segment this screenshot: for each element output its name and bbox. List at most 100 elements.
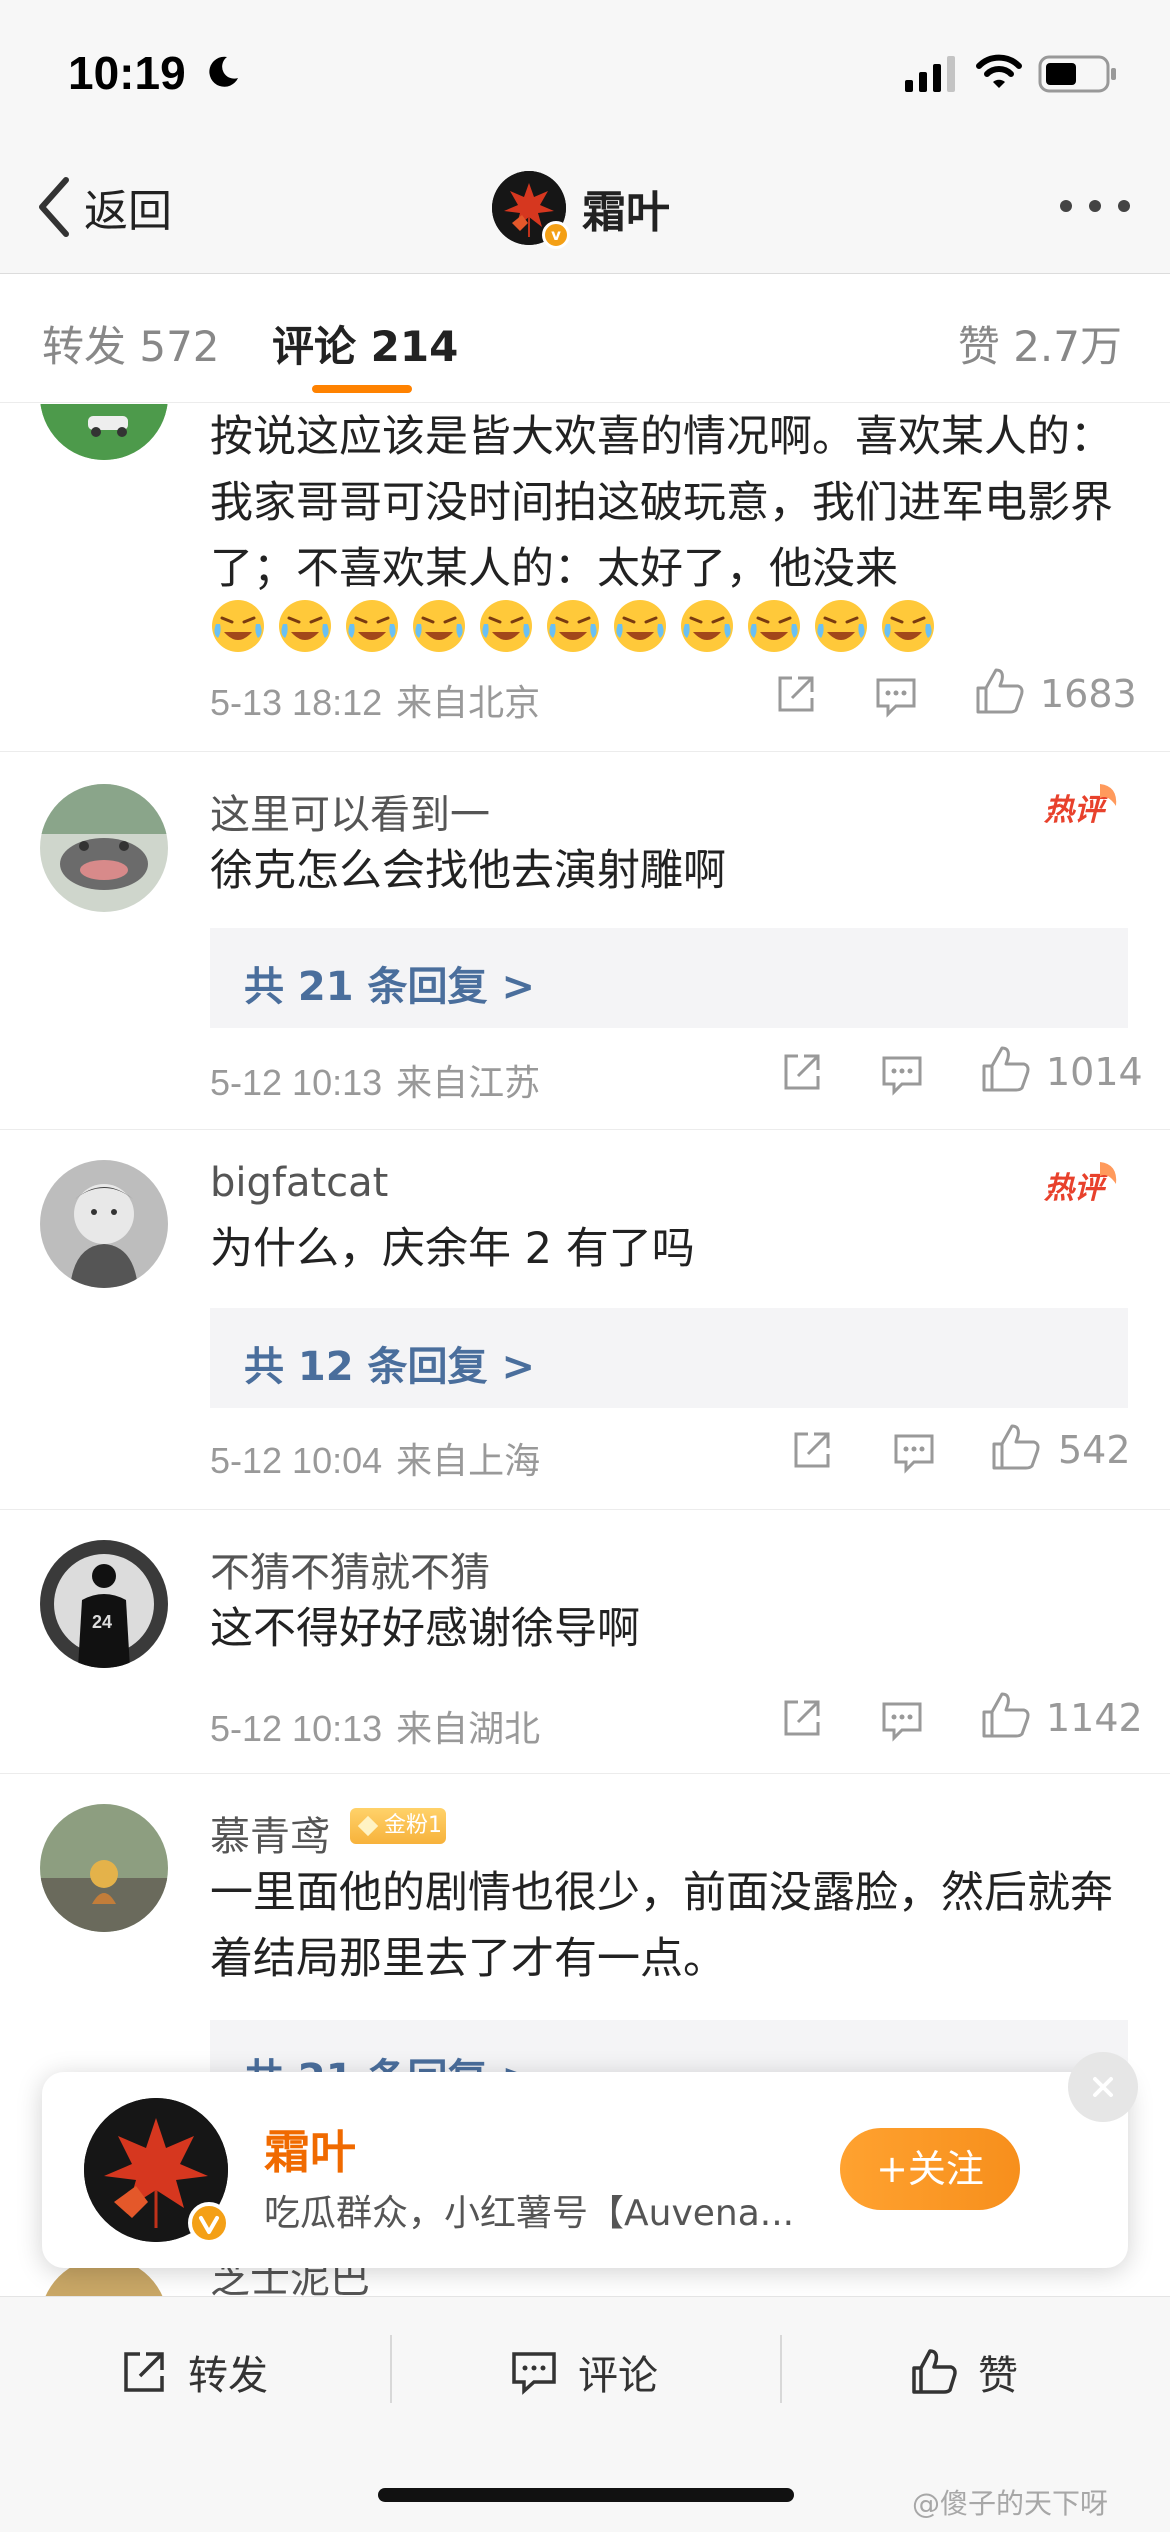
- nav-profile[interactable]: v 霜叶: [492, 168, 670, 249]
- share-icon[interactable]: [774, 672, 818, 716]
- laugh-cry-emoji-icon: [815, 600, 867, 652]
- comment-item: bigfatcat 热评 为什么，庆余年 2 有了吗 共 12 条回复 > 5-…: [0, 1130, 1170, 1510]
- avatar[interactable]: 24: [40, 1540, 168, 1668]
- svg-text:24: 24: [92, 1612, 112, 1632]
- repost-label: 转发: [188, 2353, 268, 2399]
- comment-icon[interactable]: [892, 1430, 936, 1474]
- home-indicator: [378, 2488, 794, 2502]
- avatar[interactable]: [40, 1160, 168, 1288]
- thumbs-up-icon[interactable]: [980, 1044, 1032, 1094]
- like-button[interactable]: 赞: [910, 2337, 1018, 2407]
- username[interactable]: bigfatcat: [210, 1160, 388, 1206]
- battery-icon: [1038, 55, 1116, 93]
- comment-item: 按说这应该是皆大欢喜的情况啊。喜欢某人的：我家哥哥可没时间拍这破玩意，我们进军电…: [0, 404, 1170, 752]
- thumbs-up-icon[interactable]: [990, 1422, 1042, 1472]
- laugh-cry-emoji-icon: [614, 600, 666, 652]
- comment-location: 来自湖北: [396, 1708, 541, 1749]
- player-avatar-icon: 24: [40, 1540, 168, 1668]
- avatar[interactable]: [40, 1804, 168, 1932]
- username[interactable]: 慕青鸢: [210, 1804, 330, 1862]
- tab-comment[interactable]: 评论 214: [272, 313, 458, 374]
- back-label: 返回: [84, 186, 172, 237]
- comment-date: 5-12 10:13: [210, 1062, 383, 1103]
- verified-badge-icon: [188, 2202, 230, 2244]
- laugh-cry-emoji-icon: [480, 600, 532, 652]
- comment-text: 按说这应该是皆大欢喜的情况啊。喜欢某人的：我家哥哥可没时间拍这破玩意，我们进军电…: [210, 412, 1113, 594]
- laugh-cry-emoji-icon: [279, 600, 331, 652]
- hot-comment-badge-icon: 热评: [1043, 1162, 1117, 1205]
- comment-text: 这不得好好感谢徐导啊: [210, 1604, 640, 1654]
- cellular-signal-icon: [905, 56, 955, 92]
- comment-label: 评论: [578, 2353, 658, 2399]
- divider: [780, 2335, 782, 2403]
- back-button[interactable]: 返回: [34, 172, 172, 242]
- svg-text:热评: 热评: [1043, 1172, 1109, 1205]
- tab-repost[interactable]: 转发 572: [42, 313, 220, 374]
- card-username[interactable]: 霜叶: [264, 2116, 356, 2182]
- comment-text: 为什么，庆余年 2 有了吗: [210, 1224, 695, 1274]
- svg-text:热评: 热评: [1043, 794, 1109, 827]
- like-count: 1142: [1046, 1696, 1143, 1740]
- comment-item: 24 不猜不猜就不猜 这不得好好感谢徐导啊 5-12 10:13 来自湖北 114…: [0, 1510, 1170, 1774]
- avatar[interactable]: [40, 784, 168, 912]
- nav-title: 霜叶: [582, 187, 670, 238]
- view-replies-link[interactable]: 共 21 条回复 >: [244, 954, 535, 1012]
- comment-button[interactable]: 评论: [510, 2337, 658, 2407]
- tab-like[interactable]: 赞 2.7万: [958, 313, 1122, 374]
- emoji-row: [210, 598, 936, 654]
- verified-badge-icon: v: [542, 221, 570, 249]
- comment-meta: 5-12 10:13 来自湖北: [210, 1700, 540, 1752]
- laugh-cry-emoji-icon: [212, 600, 264, 652]
- avatar[interactable]: [84, 2098, 230, 2244]
- dot-icon: [1060, 200, 1072, 212]
- dot-icon: [1089, 200, 1101, 212]
- like-label: 赞: [978, 2353, 1018, 2399]
- thumbs-up-icon[interactable]: [974, 666, 1026, 716]
- avatar[interactable]: v: [492, 171, 570, 249]
- comment-item: 芝士泥巴: [0, 2268, 1170, 2298]
- hippo-avatar-icon: [40, 784, 168, 912]
- close-icon: [1093, 2077, 1113, 2097]
- comment-list: 按说这应该是皆大欢喜的情况啊。喜欢某人的：我家哥哥可没时间拍这破玩意，我们进军电…: [0, 404, 1170, 2274]
- avatar[interactable]: [40, 2268, 168, 2298]
- comment-meta: 5-13 18:12 来自北京: [210, 674, 540, 726]
- hot-comment-badge-icon: 热评: [1043, 784, 1117, 827]
- share-icon: [124, 2352, 164, 2392]
- comment-location: 来自上海: [396, 1440, 541, 1481]
- comment-icon[interactable]: [880, 1052, 924, 1096]
- dot-icon: [1118, 200, 1130, 212]
- comment-item: 这里可以看到一 热评 徐克怎么会找他去演射雕啊 共 21 条回复 > 5-12 …: [0, 752, 1170, 1130]
- share-icon[interactable]: [780, 1050, 824, 1094]
- laugh-cry-emoji-icon: [681, 600, 733, 652]
- wifi-icon: [976, 54, 1022, 88]
- reply-box[interactable]: 共 12 条回复 >: [210, 1308, 1128, 1408]
- avatar[interactable]: [40, 404, 168, 460]
- username[interactable]: 芝士泥巴: [210, 2268, 370, 2298]
- username[interactable]: 不猜不猜就不猜: [210, 1540, 490, 1598]
- laugh-cry-emoji-icon: [413, 600, 465, 652]
- tab-bar: 转发 572 评论 214 赞 2.7万: [0, 275, 1170, 403]
- comment-icon: [512, 2352, 556, 2395]
- thumbs-up-icon[interactable]: [980, 1690, 1032, 1740]
- laugh-cry-emoji-icon: [882, 600, 934, 652]
- moon-icon: [209, 56, 238, 87]
- comment-meta: 5-12 10:13 来自江苏: [210, 1054, 540, 1106]
- share-icon[interactable]: [780, 1696, 824, 1740]
- tab-active-indicator: [312, 385, 412, 393]
- comment-icon[interactable]: [880, 1698, 924, 1742]
- fan-level-badge: 金粉1: [350, 1808, 446, 1844]
- more-options-button[interactable]: [1060, 200, 1130, 214]
- repost-button[interactable]: 转发: [120, 2337, 268, 2407]
- laugh-cry-emoji-icon: [547, 600, 599, 652]
- follow-button[interactable]: +关注: [840, 2128, 1020, 2210]
- reply-box[interactable]: 共 21 条回复 >: [210, 928, 1128, 1028]
- share-icon[interactable]: [790, 1428, 834, 1472]
- close-card-button[interactable]: [1068, 2052, 1138, 2122]
- view-replies-link[interactable]: 共 12 条回复 >: [244, 1334, 535, 1392]
- watermark: @傻子的天下呀: [912, 2487, 1109, 2520]
- chevron-left-icon: [39, 177, 69, 237]
- thumbs-up-icon: [912, 2349, 957, 2394]
- status-bar: 10:19: [0, 0, 1170, 140]
- username[interactable]: 这里可以看到一: [210, 782, 490, 840]
- comment-icon[interactable]: [874, 674, 918, 718]
